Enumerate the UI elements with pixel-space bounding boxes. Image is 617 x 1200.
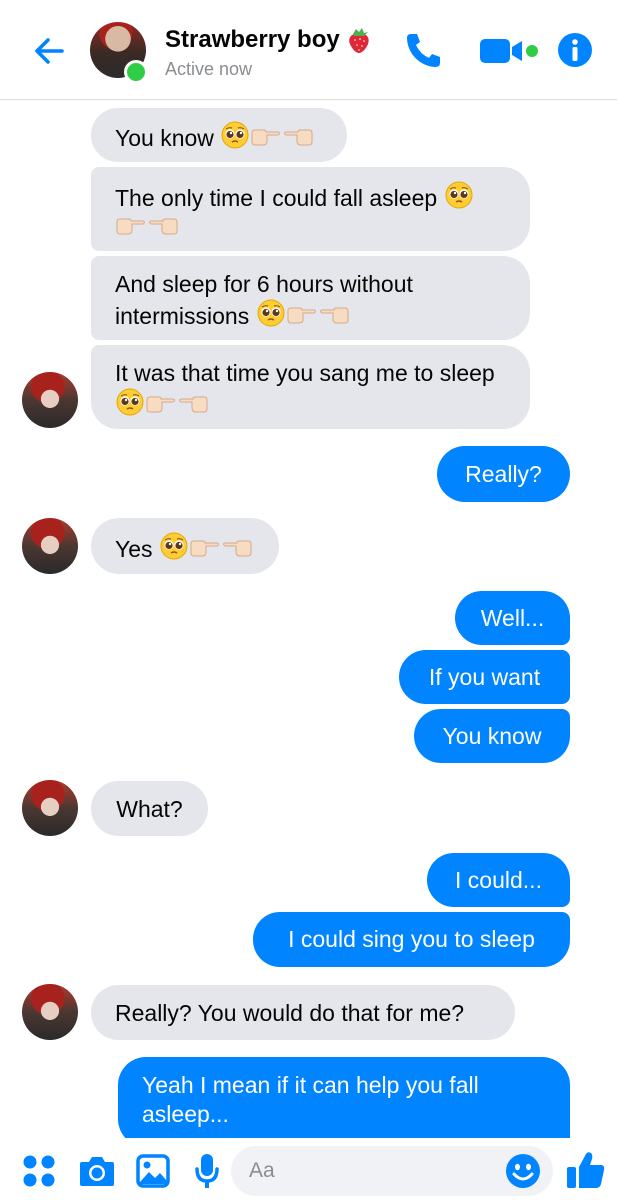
message-text: The only time I could fall asleep <box>115 185 438 211</box>
apps-grid-icon <box>23 1155 55 1187</box>
message-bubble-outgoing[interactable]: I could sing you to sleep <box>253 912 570 967</box>
contact-name-label: Strawberry boy <box>165 26 340 53</box>
message-bubble-incoming[interactable]: What? <box>91 781 208 836</box>
image-icon <box>136 1154 170 1188</box>
camera-icon <box>80 1157 114 1186</box>
pleading-face-emoji <box>160 532 188 560</box>
voice-call-button[interactable] <box>402 30 446 70</box>
pleading-face-emoji <box>256 299 285 327</box>
strawberry-emoji <box>349 28 369 53</box>
message-composer[interactable] <box>231 1146 553 1196</box>
info-icon <box>558 33 592 67</box>
message-bubble-incoming[interactable]: And sleep for 6 hours without intermissi… <box>91 256 530 340</box>
video-camera-icon <box>480 39 538 63</box>
message-bubble-outgoing[interactable]: I could... <box>427 853 570 907</box>
backhand-index-pointing-left-emoji <box>179 396 208 413</box>
backhand-index-pointing-right-emoji <box>287 307 316 324</box>
message-text: Really? <box>465 461 542 487</box>
message-text: What? <box>116 796 183 822</box>
contact-avatar[interactable] <box>22 518 78 574</box>
message-bubble-outgoing[interactable]: If you want <box>399 650 570 704</box>
backhand-index-pointing-left-emoji <box>284 129 313 146</box>
chat-header: Strawberry boy Active now <box>0 0 617 100</box>
back-arrow-icon <box>35 38 64 64</box>
message-bubble-incoming[interactable]: Really? You would do that for me? <box>91 985 515 1040</box>
pleading-face-emoji <box>116 388 144 416</box>
camera-button[interactable] <box>78 1154 116 1193</box>
gallery-button[interactable] <box>136 1154 170 1193</box>
contact-avatar[interactable] <box>22 372 78 428</box>
backhand-index-pointing-right-emoji <box>190 540 219 557</box>
like-button[interactable] <box>565 1150 607 1195</box>
message-text: You know <box>442 723 542 749</box>
message-bubble-incoming[interactable]: It was that time you sang me to sleep <box>91 345 530 429</box>
emoji-button[interactable] <box>505 1153 541 1194</box>
apps-button[interactable] <box>22 1154 56 1193</box>
message-text: I could sing you to sleep <box>288 926 535 952</box>
message-input[interactable] <box>249 1146 489 1196</box>
backhand-index-pointing-right-emoji <box>251 129 281 146</box>
message-bubble-outgoing[interactable]: Really? <box>437 446 570 502</box>
message-bubble-outgoing[interactable]: You know <box>414 709 570 763</box>
message-text: If you want <box>428 664 541 690</box>
thumbs-up-icon <box>567 1152 605 1188</box>
message-text: I could... <box>455 867 542 893</box>
message-bubble-outgoing[interactable]: Well... <box>455 591 570 645</box>
message-text: Well... <box>480 605 545 631</box>
message-bubble-incoming[interactable]: You know <box>91 108 347 162</box>
contact-avatar[interactable] <box>22 780 78 836</box>
message-text: You know <box>115 125 214 151</box>
contact-name[interactable]: Strawberry boy <box>165 26 372 54</box>
pleading-face-emoji <box>444 181 473 209</box>
backhand-index-pointing-left-emoji <box>319 307 349 324</box>
smiley-icon <box>506 1154 540 1188</box>
message-text: Yes <box>115 536 153 562</box>
phone-icon <box>407 34 440 67</box>
message-text: Really? You would do that for me? <box>115 1000 465 1026</box>
composer-bar <box>0 1138 617 1200</box>
backhand-index-pointing-right-emoji <box>146 396 175 413</box>
backhand-index-pointing-right-emoji <box>116 218 145 235</box>
video-call-button[interactable] <box>478 33 544 69</box>
voice-message-button[interactable] <box>193 1152 221 1195</box>
contact-status: Active now <box>165 59 253 79</box>
backhand-index-pointing-left-emoji <box>222 540 252 557</box>
message-text: It was that time you sang me to sleep <box>115 360 495 386</box>
back-button[interactable] <box>26 28 72 74</box>
message-bubble-incoming[interactable]: The only time I could fall asleep <box>91 167 530 251</box>
contact-avatar[interactable] <box>22 984 78 1040</box>
message-bubble-outgoing[interactable]: Yeah I mean if it can help you fall asle… <box>118 1057 570 1147</box>
message-text: Yeah I mean if it can help you fall asle… <box>142 1072 479 1127</box>
conversation-info-button[interactable] <box>557 32 593 68</box>
message-bubble-incoming[interactable]: Yes <box>91 518 279 574</box>
backhand-index-pointing-left-emoji <box>149 218 178 235</box>
microphone-icon <box>195 1154 219 1188</box>
pleading-face-emoji <box>221 121 249 149</box>
active-status-dot <box>124 60 148 84</box>
